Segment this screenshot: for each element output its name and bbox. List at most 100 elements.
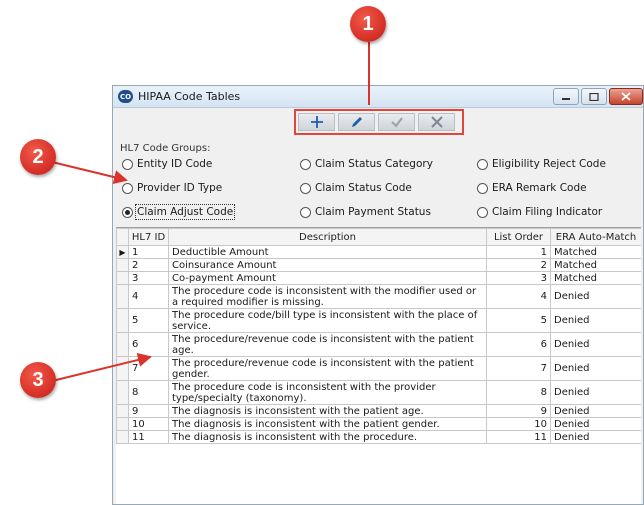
radio-era-remark-code[interactable]: ERA Remark Code bbox=[477, 182, 587, 194]
cell-list-order[interactable]: 5 bbox=[486, 308, 551, 333]
cell-era-auto-match[interactable]: Denied bbox=[550, 332, 641, 357]
cell-description[interactable]: The diagnosis is inconsistent with the p… bbox=[168, 430, 487, 444]
cell-description[interactable]: The procedure code/bill type is inconsis… bbox=[168, 308, 487, 333]
cell-era-auto-match[interactable]: Matched bbox=[550, 245, 641, 259]
cell-hl7-id[interactable]: 7 bbox=[128, 356, 169, 381]
cell-description[interactable]: The diagnosis is inconsistent with the p… bbox=[168, 404, 487, 418]
cell-era-auto-match[interactable]: Denied bbox=[550, 380, 641, 405]
cell-list-order[interactable]: 1 bbox=[486, 245, 551, 259]
cell-list-order[interactable]: 4 bbox=[486, 284, 551, 309]
table-row[interactable]: 7 The procedure/revenue code is inconsis… bbox=[116, 356, 641, 381]
table-row[interactable]: 3 Co-payment Amount 3 Matched bbox=[116, 271, 641, 285]
title-bar[interactable]: CO HIPAA Code Tables bbox=[113, 86, 643, 108]
cell-list-order[interactable]: 10 bbox=[486, 417, 551, 431]
row-indicator[interactable] bbox=[116, 332, 129, 357]
cell-list-order[interactable]: 11 bbox=[486, 430, 551, 444]
row-indicator[interactable]: ▶ bbox=[116, 245, 129, 259]
table-row[interactable]: 2 Coinsurance Amount 2 Matched bbox=[116, 258, 641, 272]
radio-claim-payment-status[interactable]: Claim Payment Status bbox=[300, 206, 431, 218]
cell-list-order[interactable]: 2 bbox=[486, 258, 551, 272]
cell-era-auto-match[interactable]: Denied bbox=[550, 284, 641, 309]
edit-button[interactable] bbox=[338, 113, 375, 131]
table-row[interactable]: ▶ 1 Deductible Amount 1 Matched bbox=[116, 245, 641, 259]
radio-label: Entity ID Code bbox=[137, 158, 213, 170]
row-indicator[interactable] bbox=[116, 404, 129, 418]
radio-button[interactable] bbox=[300, 206, 311, 218]
cell-hl7-id[interactable]: 3 bbox=[128, 271, 169, 285]
cell-description[interactable]: The procedure/revenue code is inconsiste… bbox=[168, 332, 487, 357]
cell-hl7-id[interactable]: 11 bbox=[128, 430, 169, 444]
cell-hl7-id[interactable]: 8 bbox=[128, 380, 169, 405]
radio-button[interactable] bbox=[300, 182, 311, 194]
minimize-icon bbox=[562, 97, 570, 100]
cell-list-order[interactable]: 3 bbox=[486, 271, 551, 285]
table-row[interactable]: 6 The procedure/revenue code is inconsis… bbox=[116, 332, 641, 357]
radio-entity-id-code[interactable]: Entity ID Code bbox=[122, 158, 212, 170]
radio-claim-adjust-code[interactable]: Claim Adjust Code bbox=[122, 204, 236, 220]
row-indicator[interactable] bbox=[116, 380, 129, 405]
save-button[interactable] bbox=[378, 113, 415, 131]
cell-era-auto-match[interactable]: Denied bbox=[550, 430, 641, 444]
cell-description[interactable]: The procedure code is inconsistent with … bbox=[168, 380, 487, 405]
table-row[interactable]: 9 The diagnosis is inconsistent with the… bbox=[116, 404, 641, 418]
cell-list-order[interactable]: 8 bbox=[486, 380, 551, 405]
table-row[interactable]: 8 The procedure code is inconsistent wit… bbox=[116, 380, 641, 405]
radio-claim-status-category[interactable]: Claim Status Category bbox=[300, 158, 433, 170]
cell-description[interactable]: Coinsurance Amount bbox=[168, 258, 487, 272]
cell-list-order[interactable]: 7 bbox=[486, 356, 551, 381]
cell-era-auto-match[interactable]: Denied bbox=[550, 356, 641, 381]
radio-button[interactable] bbox=[122, 182, 133, 194]
code-groups-label: HL7 Code Groups: bbox=[120, 143, 211, 154]
cell-hl7-id[interactable]: 5 bbox=[128, 308, 169, 333]
cell-era-auto-match[interactable]: Matched bbox=[550, 271, 641, 285]
maximize-button[interactable] bbox=[581, 88, 607, 105]
column-header-era-auto-match[interactable]: ERA Auto-Match bbox=[550, 228, 641, 246]
radio-eligibility-reject-code[interactable]: Eligibility Reject Code bbox=[477, 158, 606, 170]
minimize-button[interactable] bbox=[553, 88, 579, 105]
add-button[interactable] bbox=[298, 113, 335, 131]
cell-list-order[interactable]: 6 bbox=[486, 332, 551, 357]
cell-description[interactable]: Deductible Amount bbox=[168, 245, 487, 259]
cell-era-auto-match[interactable]: Denied bbox=[550, 404, 641, 418]
row-indicator[interactable] bbox=[116, 430, 129, 444]
cell-era-auto-match[interactable]: Denied bbox=[550, 308, 641, 333]
radio-button[interactable] bbox=[477, 206, 488, 218]
cell-hl7-id[interactable]: 4 bbox=[128, 284, 169, 309]
cell-hl7-id[interactable]: 1 bbox=[128, 245, 169, 259]
radio-provider-id-type[interactable]: Provider ID Type bbox=[122, 182, 222, 194]
radio-claim-filing-indicator[interactable]: Claim Filing Indicator bbox=[477, 206, 602, 218]
cell-description[interactable]: Co-payment Amount bbox=[168, 271, 487, 285]
radio-button[interactable] bbox=[477, 158, 488, 170]
cell-description[interactable]: The procedure code is inconsistent with … bbox=[168, 284, 487, 309]
cell-description[interactable]: The procedure/revenue code is inconsiste… bbox=[168, 356, 487, 381]
table-row[interactable]: 4 The procedure code is inconsistent wit… bbox=[116, 284, 641, 309]
radio-claim-status-code[interactable]: Claim Status Code bbox=[300, 182, 412, 194]
table-row[interactable]: 10 The diagnosis is inconsistent with th… bbox=[116, 417, 641, 431]
cell-hl7-id[interactable]: 9 bbox=[128, 404, 169, 418]
row-indicator[interactable] bbox=[116, 308, 129, 333]
row-indicator[interactable] bbox=[116, 356, 129, 381]
row-indicator[interactable] bbox=[116, 258, 129, 272]
cell-hl7-id[interactable]: 2 bbox=[128, 258, 169, 272]
row-indicator[interactable] bbox=[116, 284, 129, 309]
table-row[interactable]: 11 The diagnosis is inconsistent with th… bbox=[116, 430, 641, 444]
cell-era-auto-match[interactable]: Matched bbox=[550, 258, 641, 272]
radio-button[interactable] bbox=[477, 182, 488, 194]
cell-description[interactable]: The diagnosis is inconsistent with the p… bbox=[168, 417, 487, 431]
cell-hl7-id[interactable]: 10 bbox=[128, 417, 169, 431]
table-header-row: HL7 ID Description List Order ERA Auto-M… bbox=[116, 228, 641, 246]
table-row[interactable]: 5 The procedure code/bill type is incons… bbox=[116, 308, 641, 333]
cell-list-order[interactable]: 9 bbox=[486, 404, 551, 418]
column-header-description[interactable]: Description bbox=[168, 228, 487, 246]
cancel-button[interactable] bbox=[418, 113, 455, 131]
close-button[interactable] bbox=[609, 88, 643, 105]
row-indicator[interactable] bbox=[116, 271, 129, 285]
row-indicator[interactable] bbox=[116, 417, 129, 431]
cell-hl7-id[interactable]: 6 bbox=[128, 332, 169, 357]
column-header-hl7-id[interactable]: HL7 ID bbox=[128, 228, 169, 246]
cell-era-auto-match[interactable]: Denied bbox=[550, 417, 641, 431]
radio-button-selected[interactable] bbox=[122, 206, 133, 218]
radio-button[interactable] bbox=[300, 158, 311, 170]
radio-button[interactable] bbox=[122, 158, 133, 170]
column-header-list-order[interactable]: List Order bbox=[486, 228, 551, 246]
